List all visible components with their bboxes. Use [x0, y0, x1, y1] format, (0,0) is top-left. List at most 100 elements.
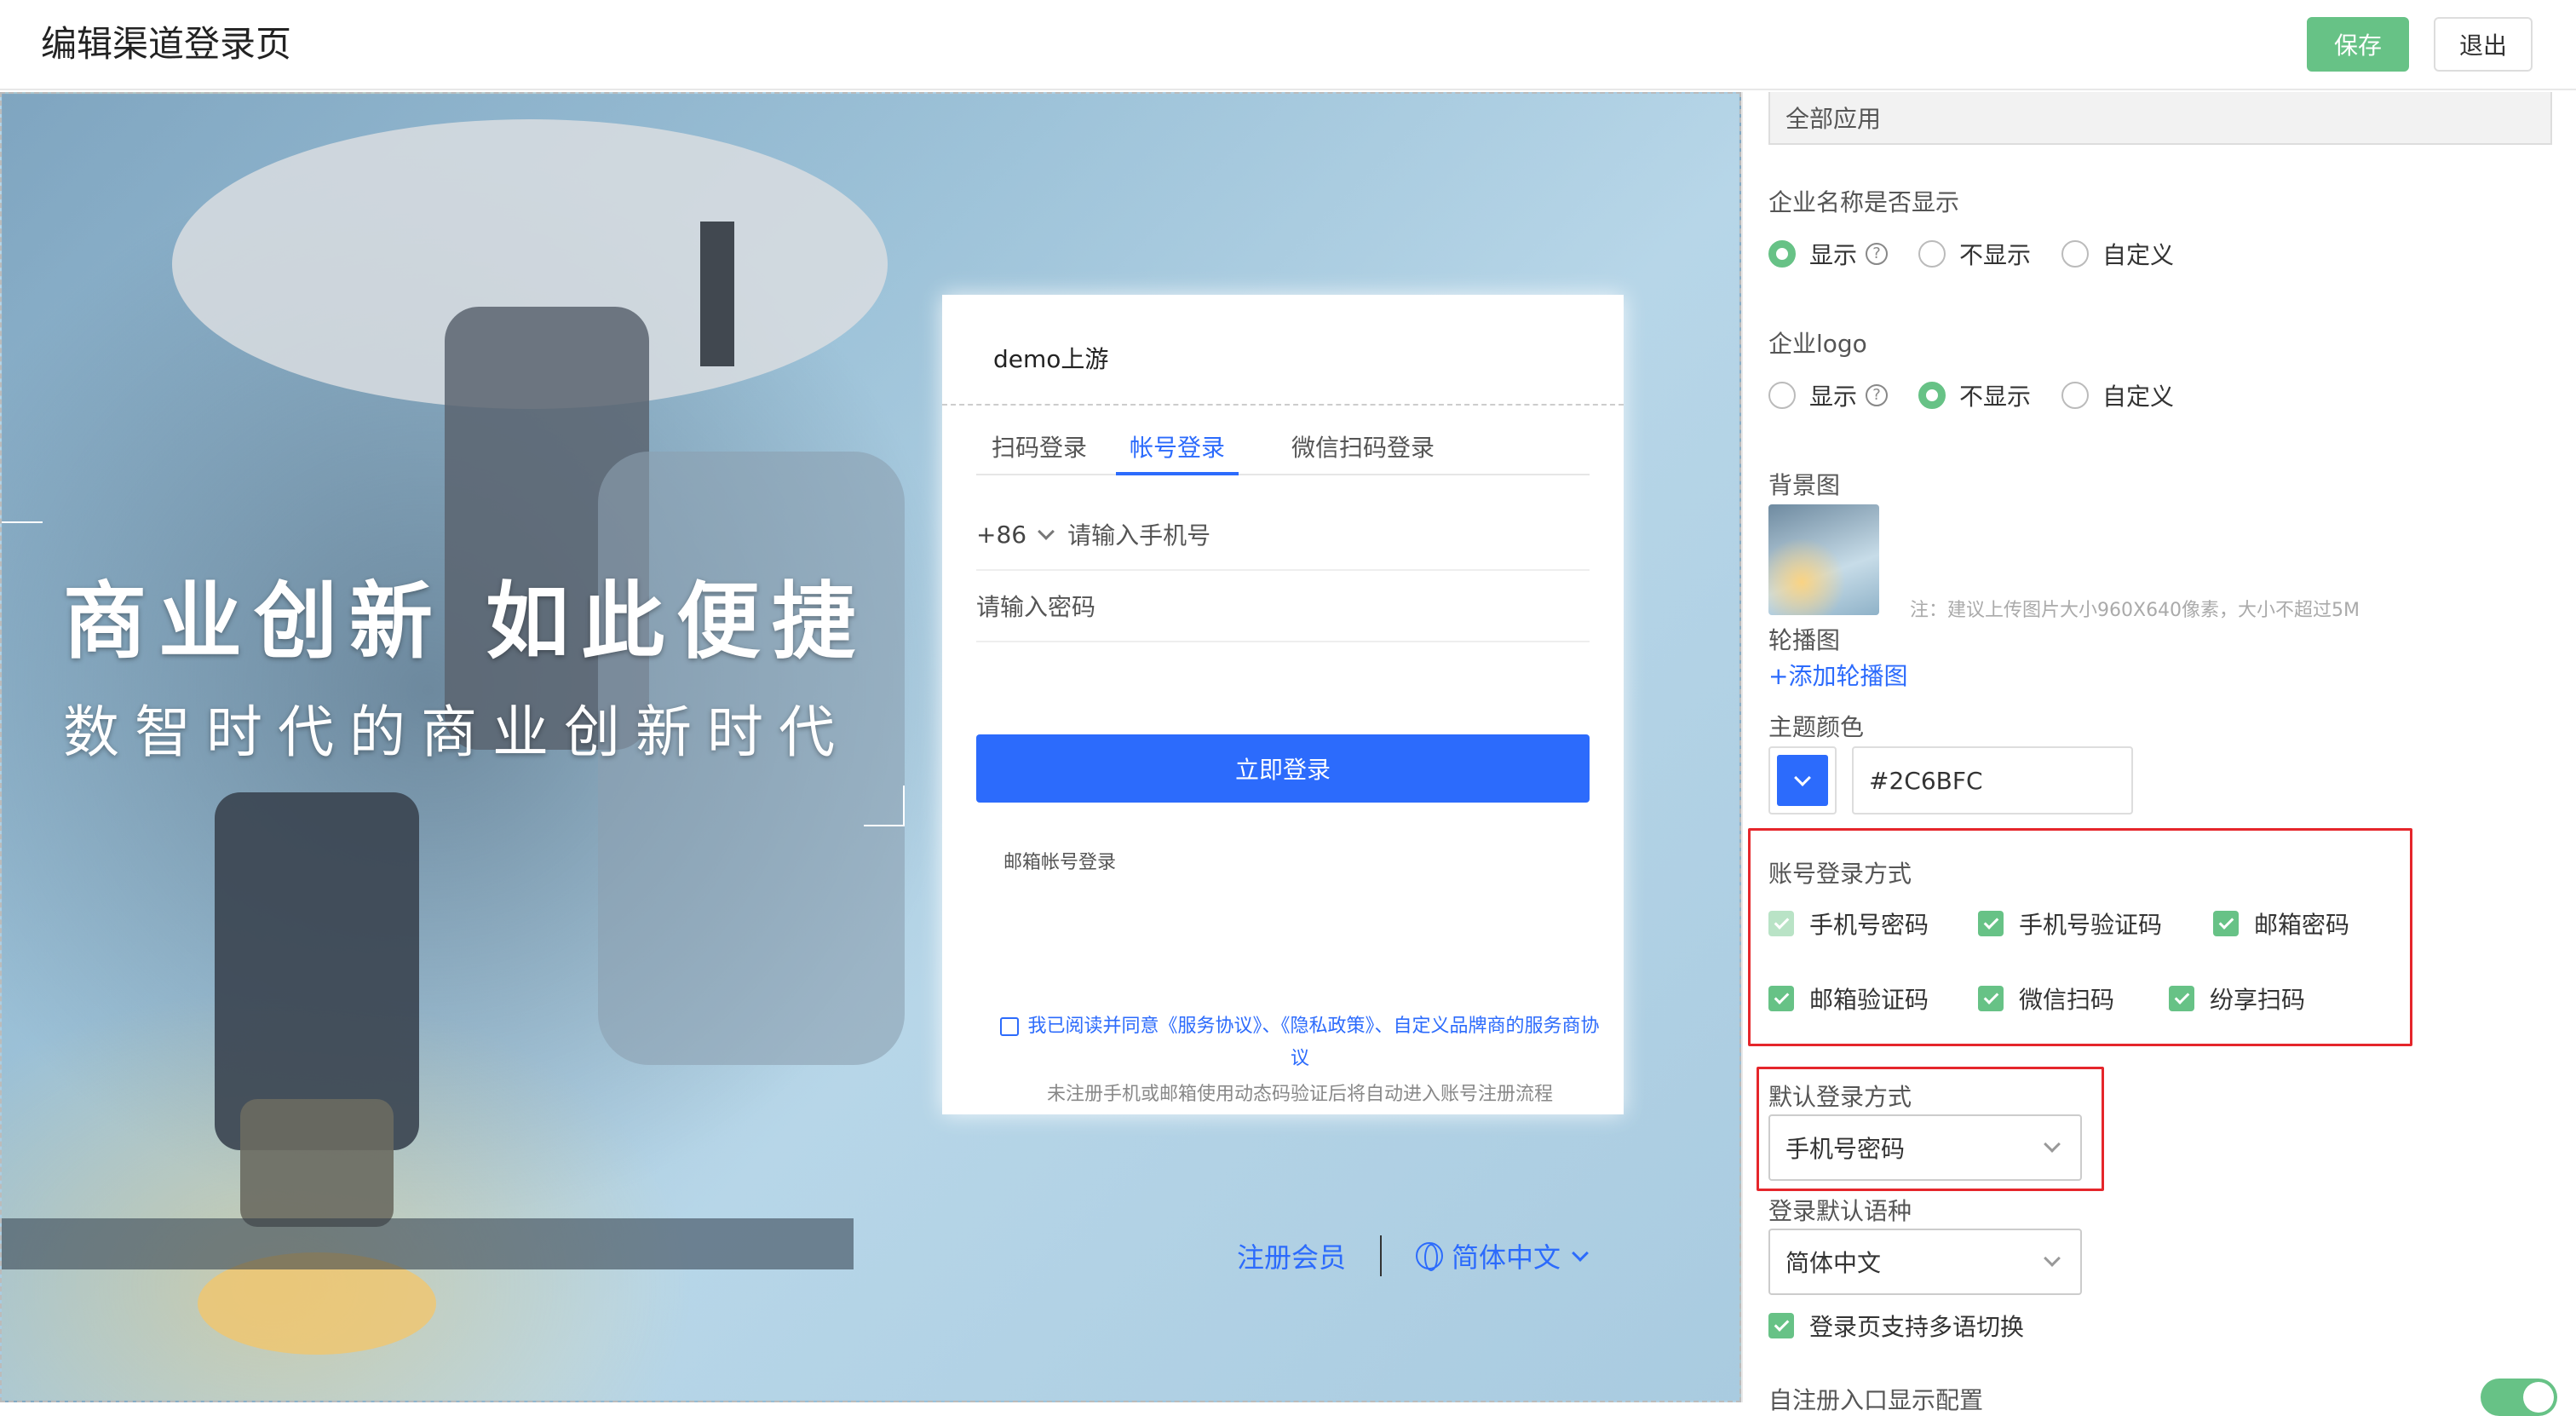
checkbox-checked[interactable]	[1978, 986, 2004, 1011]
country-code[interactable]: +86	[976, 521, 1026, 549]
login-button[interactable]: 立即登录	[976, 734, 1590, 803]
chevron-down-icon	[2044, 1136, 2061, 1153]
password-input[interactable]: 请输入密码	[976, 589, 1095, 623]
company-name-radio-group: 显示? 不显示 自定义	[1768, 237, 2205, 271]
option-label: 自定义	[2102, 241, 2175, 269]
default-language-label: 登录默认语种	[1768, 1197, 1912, 1225]
checkbox-checked[interactable]	[2169, 986, 2194, 1011]
checkbox-checked[interactable]	[1978, 911, 2004, 936]
radio-unchecked[interactable]	[2061, 382, 2090, 409]
tab-account-login[interactable]: 帐号登录	[1116, 421, 1239, 475]
logo-show[interactable]: 显示?	[1768, 378, 1889, 412]
checkbox-checked[interactable]	[1768, 1313, 1794, 1338]
checkbox-checked[interactable]	[1768, 986, 1794, 1011]
company-name-custom[interactable]: 自定义	[2061, 237, 2174, 271]
theme-color-input[interactable]: #2C6BFC	[1852, 746, 2133, 814]
option-label: 手机号验证码	[2019, 911, 2163, 939]
app-scope-field: 全部应用	[1768, 92, 2552, 145]
select-value: 简体中文	[1785, 1249, 1882, 1277]
multi-language-option[interactable]: 登录页支持多语切换	[1768, 1309, 2024, 1343]
option-label: 不显示	[1959, 383, 2032, 411]
login-card: demo上游 扫码登录 帐号登录 微信扫码登录 +86 请输入手机号 请输入密码…	[942, 295, 1624, 1114]
carousel-label: 轮播图	[1768, 626, 1841, 654]
exit-button[interactable]: 退出	[2434, 17, 2533, 72]
company-name: demo上游	[993, 345, 1109, 373]
logo-custom[interactable]: 自定义	[2061, 378, 2174, 412]
option-label: 显示	[1809, 383, 1858, 411]
option-label: 自定义	[2102, 383, 2175, 411]
option-label: 邮箱验证码	[1809, 986, 1929, 1014]
chevron-down-icon	[1038, 523, 1055, 540]
option-label: 登录页支持多语切换	[1809, 1313, 2025, 1341]
login-tabs: 扫码登录 帐号登录 微信扫码登录	[976, 421, 1590, 475]
default-method-label: 默认登录方式	[1768, 1083, 1912, 1111]
color-swatch	[1777, 755, 1828, 806]
background-thumbnail[interactable]	[1768, 504, 1879, 615]
save-button[interactable]: 保存	[2307, 17, 2409, 72]
login-method-fxiaoke-qr[interactable]: 纷享扫码	[2169, 981, 2305, 1016]
tab-wechat-login[interactable]: 微信扫码登录	[1291, 421, 1435, 475]
background-note: 注：建议上传图片大小960X640像素，大小不超过5M	[1910, 600, 2360, 621]
top-bar: 编辑渠道登录页 保存 退出	[0, 0, 2576, 90]
radio-unchecked[interactable]	[1918, 240, 1946, 268]
self-register-label: 自注册入口显示配置	[1768, 1386, 1984, 1414]
page-title: 编辑渠道登录页	[41, 23, 292, 65]
register-notice: 未注册手机或邮箱使用动态码验证后将自动进入账号注册流程	[1046, 1084, 1553, 1105]
decor-corner	[2, 521, 43, 523]
radio-checked[interactable]	[1918, 382, 1946, 409]
divider	[1380, 1235, 1383, 1276]
help-icon[interactable]: ?	[1866, 243, 1889, 265]
radio-checked[interactable]	[1768, 240, 1796, 268]
self-register-toggle[interactable]	[2481, 1379, 2557, 1416]
checkbox-checked-disabled	[1768, 911, 1794, 936]
chevron-down-icon	[2044, 1250, 2061, 1267]
add-carousel-link[interactable]: +添加轮播图	[1768, 658, 1907, 692]
color-picker[interactable]	[1768, 746, 1837, 814]
radio-unchecked[interactable]	[2061, 240, 2090, 268]
chevron-down-icon	[1572, 1245, 1589, 1262]
option-label: 不显示	[1959, 241, 2032, 269]
tab-qr-login[interactable]: 扫码登录	[992, 421, 1087, 475]
language-switch[interactable]: 简体中文	[1452, 1236, 1561, 1275]
phone-field[interactable]: +86 请输入手机号	[976, 499, 1590, 571]
chevron-down-icon	[1794, 769, 1811, 786]
company-name-show[interactable]: 显示?	[1768, 237, 1889, 271]
settings-panel: 全部应用 企业名称是否显示 显示? 不显示 自定义 企业logo 显示? 不显示…	[1741, 92, 2576, 1416]
background-label: 背景图	[1768, 471, 1841, 499]
preview-subline: 数智时代的商业创新时代	[63, 699, 850, 765]
option-label: 纷享扫码	[2210, 986, 2306, 1014]
logo-hide[interactable]: 不显示	[1918, 378, 2031, 412]
checkbox-checked[interactable]	[2213, 911, 2239, 936]
option-label: 邮箱密码	[2254, 911, 2350, 939]
logo-radio-group: 显示? 不显示 自定义	[1768, 378, 2205, 412]
login-method-email-password[interactable]: 邮箱密码	[2213, 907, 2349, 941]
agreement-checkbox[interactable]	[1000, 1017, 1020, 1036]
email-login-link[interactable]: 邮箱帐号登录	[1003, 847, 1116, 874]
password-field[interactable]: 请输入密码	[976, 571, 1590, 642]
logo-label: 企业logo	[1768, 330, 1867, 358]
login-method-phone-code[interactable]: 手机号验证码	[1978, 907, 2162, 941]
agreement-text[interactable]: 我已阅读并同意《服务协议》、《隐私政策》、自定义品牌商的服务商协议	[1027, 1016, 1599, 1069]
company-name-hide[interactable]: 不显示	[1918, 237, 2031, 271]
option-label: 微信扫码	[2019, 986, 2115, 1014]
option-label: 显示	[1809, 241, 1858, 269]
register-link[interactable]: 注册会员	[1237, 1236, 1346, 1275]
theme-color-label: 主题颜色	[1768, 713, 1865, 741]
option-label: 手机号密码	[1809, 911, 1929, 939]
select-value: 手机号密码	[1785, 1135, 1906, 1163]
divider	[942, 404, 1624, 406]
login-method-email-code[interactable]: 邮箱验证码	[1768, 981, 1929, 1016]
decor-corner	[864, 786, 905, 826]
agreement: 我已阅读并同意《服务协议》、《隐私政策》、自定义品牌商的服务商协议	[993, 1010, 1607, 1075]
login-page-preview: 商业创新 如此便捷 数智时代的商业创新时代 demo上游 扫码登录 帐号登录 微…	[0, 92, 1741, 1402]
help-icon[interactable]: ?	[1866, 384, 1889, 406]
default-language-select[interactable]: 简体中文	[1768, 1229, 2082, 1295]
login-method-phone-password[interactable]: 手机号密码	[1768, 907, 1929, 941]
radio-unchecked[interactable]	[1768, 382, 1796, 409]
login-method-wechat-qr[interactable]: 微信扫码	[1978, 981, 2114, 1016]
default-method-select[interactable]: 手机号密码	[1768, 1114, 2082, 1181]
phone-input[interactable]: 请输入手机号	[1067, 517, 1210, 551]
globe-icon	[1416, 1242, 1444, 1271]
company-name-label: 企业名称是否显示	[1768, 188, 1960, 216]
login-methods-label: 账号登录方式	[1768, 860, 1912, 888]
